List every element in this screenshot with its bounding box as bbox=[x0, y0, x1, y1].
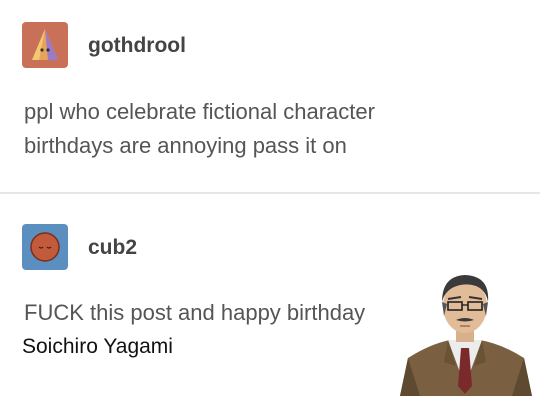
username[interactable]: cub2 bbox=[88, 236, 137, 260]
caption: Soichiro Yagami bbox=[22, 335, 173, 358]
post-gothdrool: gothdrool ppl who celebrate fictional ch… bbox=[0, 0, 540, 192]
post-text-line: ppl who celebrate fictional character bbox=[24, 99, 375, 124]
pyramid-ghost-icon bbox=[22, 22, 68, 68]
post-text: ppl who celebrate fictional character bi… bbox=[24, 95, 494, 163]
post-text: FUCK this post and happy birthday bbox=[24, 300, 366, 325]
avatar[interactable] bbox=[22, 22, 68, 68]
post-cub2: cub2 FUCK this post and happy birthday S… bbox=[0, 194, 540, 408]
avatar[interactable] bbox=[22, 224, 68, 270]
post-text-line: birthdays are annoying pass it on bbox=[24, 133, 347, 158]
username[interactable]: gothdrool bbox=[88, 34, 186, 58]
sleeping-ball-icon bbox=[22, 224, 68, 270]
character-portrait bbox=[400, 275, 532, 396]
